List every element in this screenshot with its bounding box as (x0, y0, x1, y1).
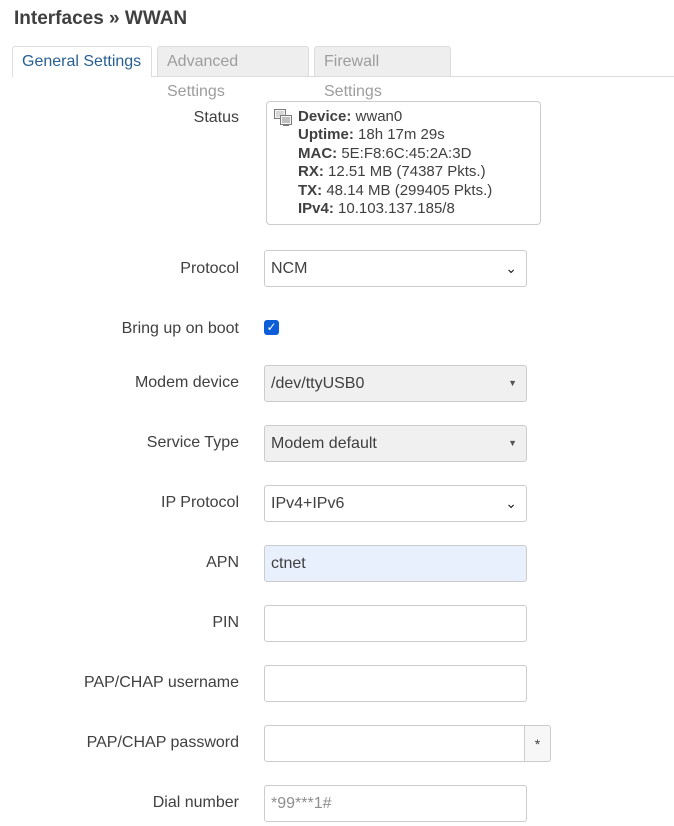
status-line-rx: RX: 12.51 MB (74387 Pkts.) (298, 163, 486, 181)
status-line-uptime: Uptime: 18h 17m 29s (298, 126, 445, 144)
service-type-select[interactable]: Modem default ▼ (264, 425, 527, 462)
modem-device-label: Modem device (134, 374, 239, 391)
page-title: Interfaces » WWAN (14, 8, 188, 29)
status-details: Device: wwan0 Uptime: 18h 17m 29s MAC: 5… (298, 108, 492, 218)
tab-bar: General Settings Advanced Settings Firew… (12, 46, 674, 100)
service-type-value: Modem default (271, 435, 377, 452)
pap-chap-password-label: PAP/CHAP password (86, 734, 239, 751)
apn-input[interactable]: ctnet (264, 545, 527, 582)
apn-value: ctnet (271, 555, 306, 572)
modem-device-value: /dev/ttyUSB0 (271, 375, 365, 392)
triangle-down-icon: ▼ (508, 378, 517, 388)
pap-chap-username-label: PAP/CHAP username (83, 674, 239, 691)
pap-chap-password-input[interactable] (264, 725, 525, 762)
dial-number-label: Dial number (152, 794, 239, 811)
triangle-down-icon: ▼ (508, 438, 517, 448)
ip-protocol-select[interactable]: IPv4+IPv6 ⌄ (264, 485, 527, 522)
bring-up-on-boot-label: Bring up on boot (121, 320, 239, 337)
status-line-tx: TX: 48.14 MB (299405 Pkts.) (298, 181, 493, 199)
tab-advanced-settings[interactable]: Advanced Settings (157, 46, 309, 100)
tab-general-settings[interactable]: General Settings (12, 46, 152, 77)
protocol-label: Protocol (180, 260, 239, 277)
checkmark-icon: ✓ (266, 320, 277, 334)
chevron-down-icon: ⌄ (505, 260, 517, 276)
chevron-down-icon: ⌄ (505, 495, 517, 511)
status-line-ipv4: IPv4: 10.103.137.185/8 (298, 200, 455, 218)
status-line-mac: MAC: 5E:F8:6C:45:2A:3D (298, 144, 472, 162)
pin-label: PIN (212, 614, 239, 631)
modem-device-select[interactable]: /dev/ttyUSB0 ▼ (264, 365, 527, 402)
service-type-label: Service Type (146, 434, 239, 451)
dial-number-placeholder: *99***1# (271, 795, 332, 812)
status-box: Device: wwan0 Uptime: 18h 17m 29s MAC: 5… (266, 101, 541, 225)
pap-chap-username-input[interactable] (264, 665, 527, 702)
apn-label: APN (206, 554, 239, 571)
tab-firewall-settings[interactable]: Firewall Settings (314, 46, 451, 100)
ip-protocol-value: IPv4+IPv6 (271, 495, 345, 512)
protocol-select[interactable]: NCM ⌄ (264, 250, 527, 287)
bring-up-on-boot-checkbox[interactable]: ✓ (264, 320, 279, 335)
network-interface-icon (274, 109, 292, 126)
status-line-device: Device: wwan0 (298, 108, 403, 125)
status-label: Status (193, 109, 239, 126)
pin-input[interactable] (264, 605, 527, 642)
reveal-password-button[interactable]: * (524, 725, 551, 762)
protocol-value: NCM (271, 260, 308, 277)
ip-protocol-label: IP Protocol (161, 494, 239, 511)
dial-number-input[interactable]: *99***1# (264, 785, 527, 822)
